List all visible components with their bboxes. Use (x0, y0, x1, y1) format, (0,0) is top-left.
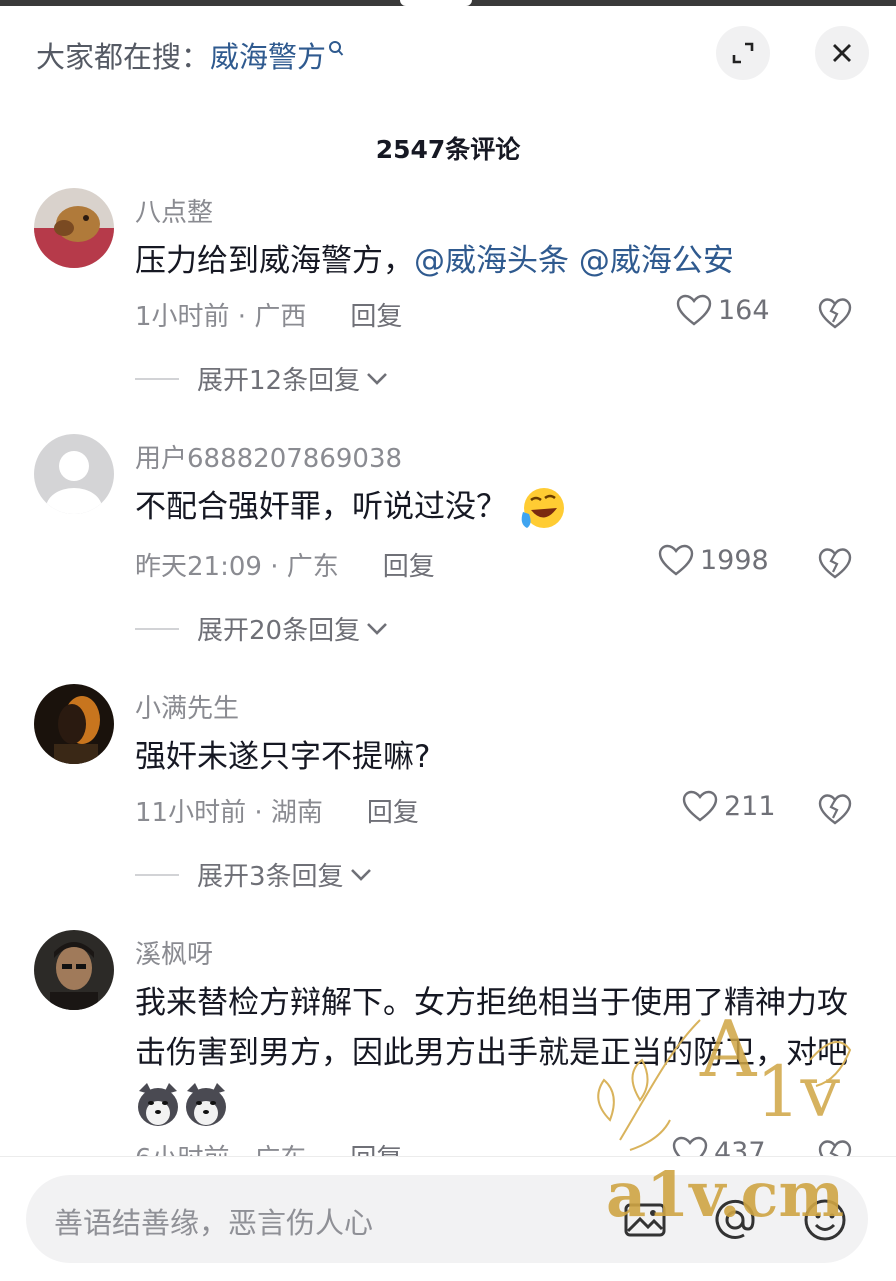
reply-button[interactable]: 回复 (367, 798, 419, 828)
comment-text: 不配合强奸罪，听说过没？ (135, 482, 855, 534)
like-button[interactable]: 1998 (658, 544, 769, 576)
comment-meta: 1小时前 · 广西 回复 (135, 302, 403, 332)
comment-count-title: 2547条评论 (375, 135, 521, 164)
chevron-down-icon (350, 868, 371, 881)
comment-author[interactable]: 八点整 (135, 192, 213, 229)
heart-icon (682, 790, 718, 822)
like-button[interactable]: 164 (676, 294, 770, 326)
comment-meta: 昨天21:09 · 广东 回复 (135, 552, 435, 582)
avatar[interactable] (34, 188, 114, 268)
laughing-crying-emoji-icon (521, 487, 564, 528)
comment-author[interactable]: 小满先生 (135, 688, 239, 725)
search-suggestion[interactable]: 大家都在搜：威海警方 (36, 34, 344, 76)
dislike-icon[interactable] (818, 546, 852, 580)
reply-button[interactable]: 回复 (383, 552, 435, 582)
watermark-site: a1v.cm (606, 1158, 845, 1231)
svg-text:A: A (699, 1005, 758, 1095)
heart-icon (658, 544, 694, 576)
expand-replies-button[interactable]: 展开3条回复 (135, 856, 372, 893)
like-count: 211 (724, 790, 776, 822)
chevron-down-icon (367, 372, 388, 385)
husky-dog-emoji-icon (138, 1082, 226, 1126)
close-button[interactable] (815, 26, 869, 80)
mention-link[interactable]: @威海头条 (414, 243, 569, 279)
search-prefix: 大家都在搜： (36, 40, 211, 74)
fullscreen-button[interactable] (716, 26, 770, 80)
comment-text: 压力给到威海警方，@威海头条 @威海公安 (135, 243, 734, 279)
comment-author[interactable]: 溪枫呀 (135, 934, 213, 971)
chevron-down-icon (367, 622, 388, 635)
heart-icon (676, 294, 712, 326)
comment-input-placeholder: 善语结善缘，恶言伤人心 (54, 1206, 374, 1240)
comment-meta: 11小时前 · 湖南 回复 (135, 798, 419, 828)
like-count: 1998 (700, 544, 769, 576)
svg-text:1v: 1v (756, 1051, 841, 1133)
dislike-icon[interactable] (818, 792, 852, 826)
comment-author[interactable]: 用户6888207869038 (135, 438, 402, 475)
mention-link[interactable]: @威海公安 (579, 243, 734, 279)
avatar[interactable] (34, 684, 114, 764)
expand-icon (732, 42, 754, 64)
search-keyword-link[interactable]: 威海警方 (210, 40, 326, 74)
like-count: 164 (718, 294, 770, 326)
expand-replies-button[interactable]: 展开12条回复 (135, 360, 388, 397)
dislike-icon[interactable] (818, 296, 852, 330)
avatar[interactable] (34, 930, 114, 1010)
reply-button[interactable]: 回复 (350, 302, 402, 332)
a1v-watermark-logo: A 1v (597, 1005, 852, 1151)
comment-text: 强奸未遂只字不提嘛? (135, 739, 431, 775)
close-icon (833, 44, 851, 62)
search-icon (329, 41, 344, 56)
expand-replies-button[interactable]: 展开20条回复 (135, 610, 388, 647)
avatar[interactable] (34, 434, 114, 514)
like-button[interactable]: 211 (682, 790, 776, 822)
